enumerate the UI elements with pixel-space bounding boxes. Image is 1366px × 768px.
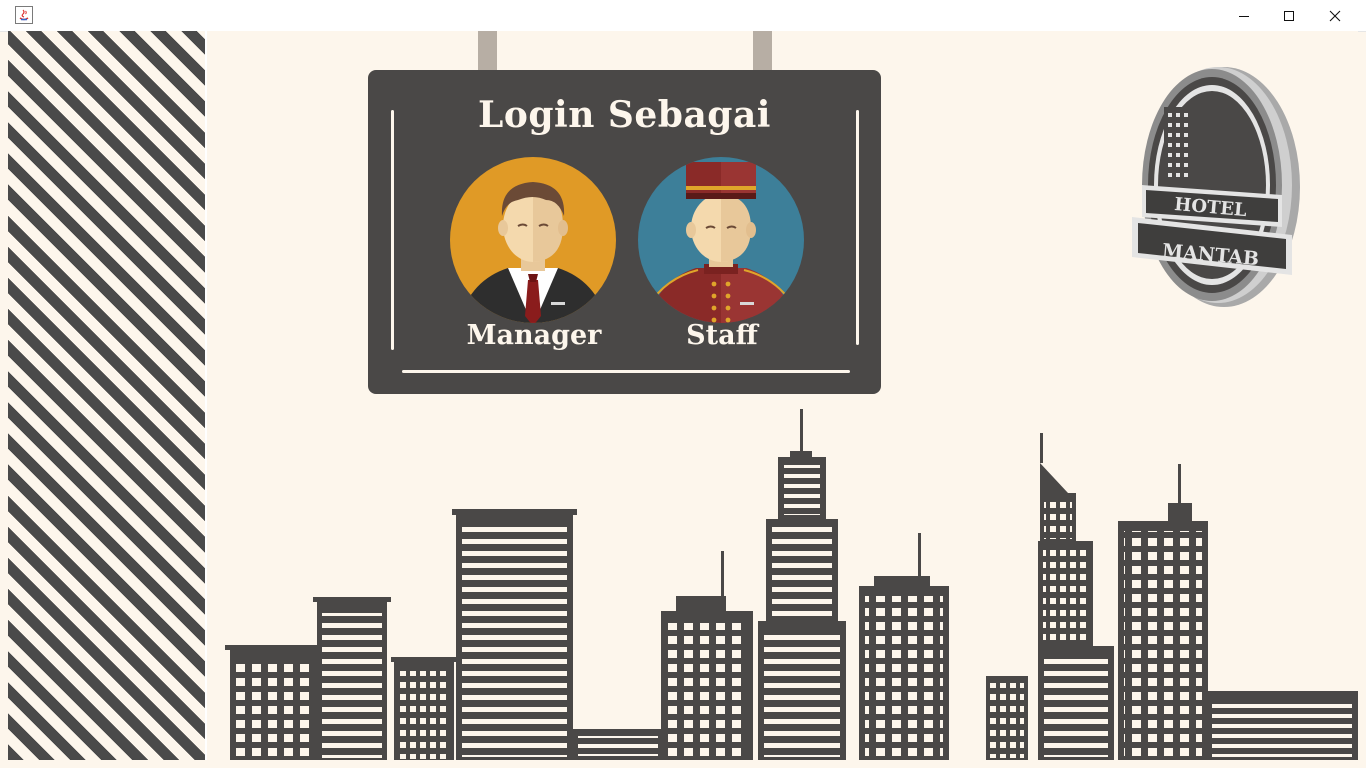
sign-border-right [856,110,859,345]
close-button[interactable] [1312,0,1358,31]
title-bar [0,0,1366,32]
java-app-icon [15,6,33,24]
sign-border-left [391,110,394,350]
sign-hanger-left [478,31,497,71]
staff-login-button[interactable]: Staff [636,156,806,356]
manager-label: Manager [466,320,602,351]
close-icon [1329,10,1341,21]
sign-border-bottom [402,370,850,373]
minimize-button[interactable] [1221,0,1267,31]
minimize-icon [1239,15,1249,17]
manager-avatar-icon [450,157,616,323]
sign-hanger-right [753,31,772,71]
app-window: Login Sebagai Manager Staff HOTEL MANTAB [0,0,1366,768]
manager-login-button[interactable]: Manager [448,156,618,356]
staff-label: Staff [686,320,758,351]
maximize-icon [1284,10,1294,21]
sign-title: Login Sebagai [478,94,771,136]
bellboy-staff-avatar-icon [638,157,804,323]
main-panel: Login Sebagai Manager Staff HOTEL MANTAB [8,31,1358,760]
login-role-sign: Login Sebagai Manager Staff [368,70,881,394]
hotel-mantab-logo: HOTEL MANTAB [1118,67,1308,317]
maximize-button[interactable] [1266,0,1312,31]
